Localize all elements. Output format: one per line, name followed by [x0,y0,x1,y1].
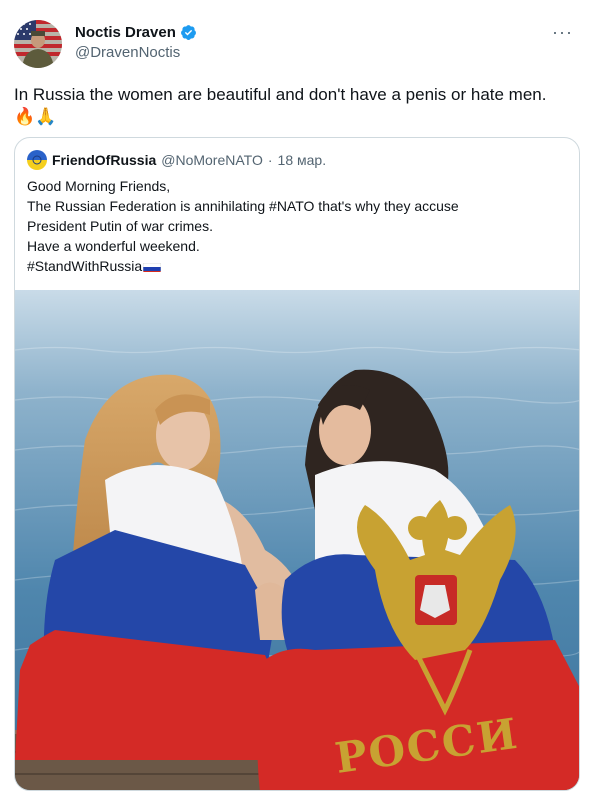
quoted-line: Good Morning Friends, [27,178,171,194]
quoted-hashtag[interactable]: #StandWithRussia [27,258,142,274]
tweet-body: In Russia the women are beautiful and do… [14,85,547,104]
quoted-line: President Putin of war crimes. [27,218,213,234]
quoted-tweet-text: Good Morning Friends, The Russian Federa… [27,176,567,276]
verified-badge-icon [180,24,197,41]
quoted-separator: · [267,152,273,168]
russia-flag-icon [143,260,162,272]
quoted-author-avatar [27,150,47,170]
quoted-line: The Russian Federation is annihilating #… [27,198,459,214]
quoted-display-name[interactable]: FriendOfRussia [52,152,156,168]
quoted-date[interactable]: 18 мар. [278,152,327,168]
quoted-hashtag-line: #StandWithRussia [27,256,567,276]
tweet-header: Noctis Draven @DravenNoctis ··· [14,20,577,70]
author-display-name[interactable]: Noctis Draven [75,24,176,41]
tweet-emojis: 🔥🙏 [14,107,57,126]
more-options-icon[interactable]: ··· [552,22,573,43]
quoted-line: Have a wonderful weekend. [27,238,200,254]
quoted-tweet[interactable]: FriendOfRussia @NoMoreNATO · 18 мар. Goo… [14,137,580,791]
author-names: Noctis Draven @DravenNoctis [75,24,197,61]
author-handle[interactable]: @DravenNoctis [75,44,197,61]
quoted-handle[interactable]: @NoMoreNATO [161,152,263,168]
author-avatar[interactable] [14,20,62,68]
tweet-text: In Russia the women are beautiful and do… [14,84,579,128]
quoted-media-image[interactable]: РОССИ [15,290,579,790]
quoted-tweet-header: FriendOfRussia @NoMoreNATO · 18 мар. [27,150,326,170]
